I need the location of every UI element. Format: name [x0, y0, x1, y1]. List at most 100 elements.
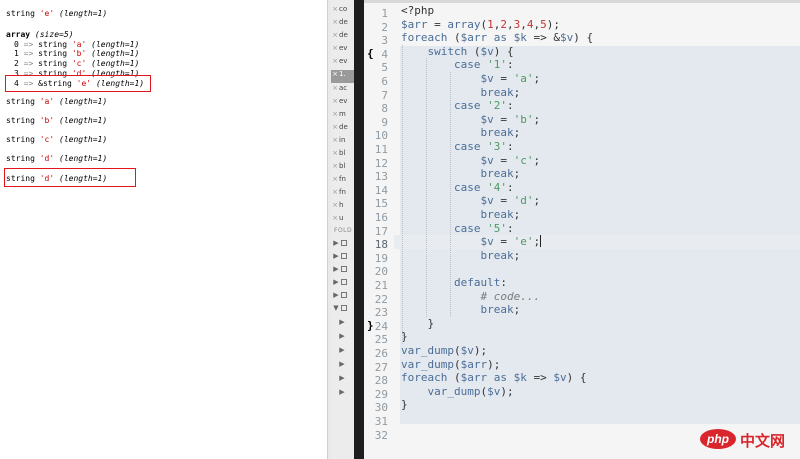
open-file-tab[interactable]: ×h: [331, 201, 354, 214]
code-line[interactable]: case '2':: [401, 99, 514, 113]
close-icon[interactable]: ×: [331, 110, 339, 118]
code-line[interactable]: # code...: [401, 290, 540, 304]
dump-key: 1: [14, 49, 19, 58]
open-file-tab[interactable]: ×bl: [331, 162, 354, 175]
folder-item[interactable]: ▶: [331, 290, 354, 303]
code-line[interactable]: break;: [401, 208, 520, 222]
folder-item[interactable]: ▶: [331, 373, 354, 386]
code-line[interactable]: $arr = array(1,2,3,4,5);: [401, 18, 560, 32]
open-file-tab[interactable]: ×bl: [331, 149, 354, 162]
line-number: 20: [374, 265, 388, 279]
close-icon[interactable]: ×: [331, 136, 339, 144]
code-line[interactable]: break;: [401, 249, 520, 263]
folder-item[interactable]: ▶: [331, 345, 354, 358]
code-line[interactable]: break;: [401, 303, 520, 317]
close-icon[interactable]: ×: [331, 18, 339, 26]
open-file-tab[interactable]: ×u: [331, 214, 354, 227]
open-file-tab[interactable]: ×ev: [331, 97, 354, 110]
chevron-right-icon[interactable]: ▶: [331, 291, 341, 299]
close-icon[interactable]: ×: [331, 57, 339, 65]
sidebar-divider[interactable]: [354, 0, 364, 459]
code-line[interactable]: }: [401, 398, 408, 412]
open-file-tab[interactable]: ×in: [331, 136, 354, 149]
code-line[interactable]: switch ($v) {: [401, 45, 514, 59]
code-line[interactable]: break;: [401, 86, 520, 100]
chevron-right-icon[interactable]: ▶: [331, 265, 341, 273]
chevron-right-icon[interactable]: ▶: [331, 278, 341, 286]
chevron-right-icon[interactable]: ▶: [337, 332, 347, 340]
close-icon[interactable]: ×: [331, 31, 339, 39]
code-line[interactable]: $v = 'd';: [401, 194, 540, 208]
code-variable: $v: [480, 112, 494, 126]
chevron-down-icon[interactable]: ▼: [331, 304, 341, 312]
open-file-tab[interactable]: ×ac: [331, 84, 354, 97]
code-line[interactable]: var_dump($v);: [401, 385, 514, 399]
code-keyword: break: [480, 248, 514, 262]
code-line[interactable]: foreach ($arr as $k => &$v) {: [401, 31, 593, 45]
code-line[interactable]: break;: [401, 126, 520, 140]
open-file-tab[interactable]: ×fn: [331, 175, 354, 188]
open-file-name: co: [339, 5, 348, 13]
close-icon[interactable]: ×: [331, 84, 339, 92]
chevron-right-icon[interactable]: ▶: [337, 318, 347, 326]
code-string: '4': [487, 180, 507, 194]
close-icon[interactable]: ×: [331, 214, 339, 222]
close-icon[interactable]: ×: [331, 149, 339, 157]
code-keyword: break: [480, 85, 514, 99]
code-keyword: as: [493, 31, 507, 45]
code-line[interactable]: case '5':: [401, 222, 514, 236]
code-line[interactable]: var_dump($arr);: [401, 358, 500, 372]
close-icon[interactable]: ×: [331, 123, 339, 131]
folder-item[interactable]: ▶: [331, 331, 354, 344]
open-file-tab[interactable]: ×ev: [331, 57, 354, 70]
open-file-tab[interactable]: ×ev: [331, 44, 354, 57]
line-number: 13: [374, 170, 388, 184]
line-number: 12: [374, 156, 388, 170]
code-line[interactable]: $v = 'e';: [401, 235, 542, 249]
code-line[interactable]: var_dump($v);: [401, 344, 487, 358]
folder-item[interactable]: ▶: [331, 387, 354, 400]
code-line[interactable]: break;: [401, 167, 520, 181]
close-icon[interactable]: ×: [331, 44, 339, 52]
code-line[interactable]: case '1':: [401, 58, 514, 72]
open-file-tab[interactable]: ×fn: [331, 188, 354, 201]
close-icon[interactable]: ×: [331, 5, 339, 13]
close-icon[interactable]: ×: [331, 201, 339, 209]
chevron-right-icon[interactable]: ▶: [331, 239, 341, 247]
fold-marker[interactable]: {: [367, 47, 374, 60]
code-line[interactable]: case '3':: [401, 140, 514, 154]
close-icon[interactable]: ×: [331, 97, 339, 105]
folder-item[interactable]: ▶: [331, 238, 354, 251]
code-line[interactable]: default:: [401, 276, 507, 290]
open-file-tab[interactable]: ×de: [331, 123, 354, 136]
close-icon[interactable]: ×: [331, 162, 339, 170]
fold-marker[interactable]: }: [367, 319, 374, 332]
code-line[interactable]: }: [401, 317, 435, 331]
close-icon[interactable]: ×: [331, 188, 339, 196]
chevron-right-icon[interactable]: ▶: [337, 346, 347, 354]
open-file-tab[interactable]: ×de: [331, 18, 354, 31]
folder-item[interactable]: ▶: [331, 317, 354, 330]
folder-item[interactable]: ▶: [331, 277, 354, 290]
folder-item[interactable]: ▶: [331, 359, 354, 372]
open-file-tab[interactable]: ×1.: [331, 70, 354, 83]
code-line[interactable]: foreach ($arr as $k => $v) {: [401, 371, 586, 385]
code-line[interactable]: $v = 'a';: [401, 72, 540, 86]
code-line[interactable]: $v = 'b';: [401, 113, 540, 127]
folder-item[interactable]: ▶: [331, 251, 354, 264]
code-editor[interactable]: 1 2 3 4 5 6 7 8 9 10 11 12 13 14 15 16 17 18 19 20 21 22 23 24 2…: [364, 0, 800, 459]
chevron-right-icon[interactable]: ▶: [337, 360, 347, 368]
chevron-right-icon[interactable]: ▶: [337, 374, 347, 382]
open-file-tab[interactable]: ×m: [331, 110, 354, 123]
folder-item[interactable]: ▼: [331, 303, 354, 316]
open-file-tab[interactable]: ×de: [331, 31, 354, 44]
open-file-tab[interactable]: ×co: [331, 5, 354, 18]
close-icon[interactable]: ×: [331, 70, 339, 78]
code-line[interactable]: <?php: [401, 4, 434, 18]
chevron-right-icon[interactable]: ▶: [337, 388, 347, 396]
close-icon[interactable]: ×: [331, 175, 339, 183]
code-line[interactable]: $v = 'c';: [401, 154, 540, 168]
chevron-right-icon[interactable]: ▶: [331, 252, 341, 260]
folder-item[interactable]: ▶: [331, 264, 354, 277]
code-line[interactable]: case '4':: [401, 181, 514, 195]
